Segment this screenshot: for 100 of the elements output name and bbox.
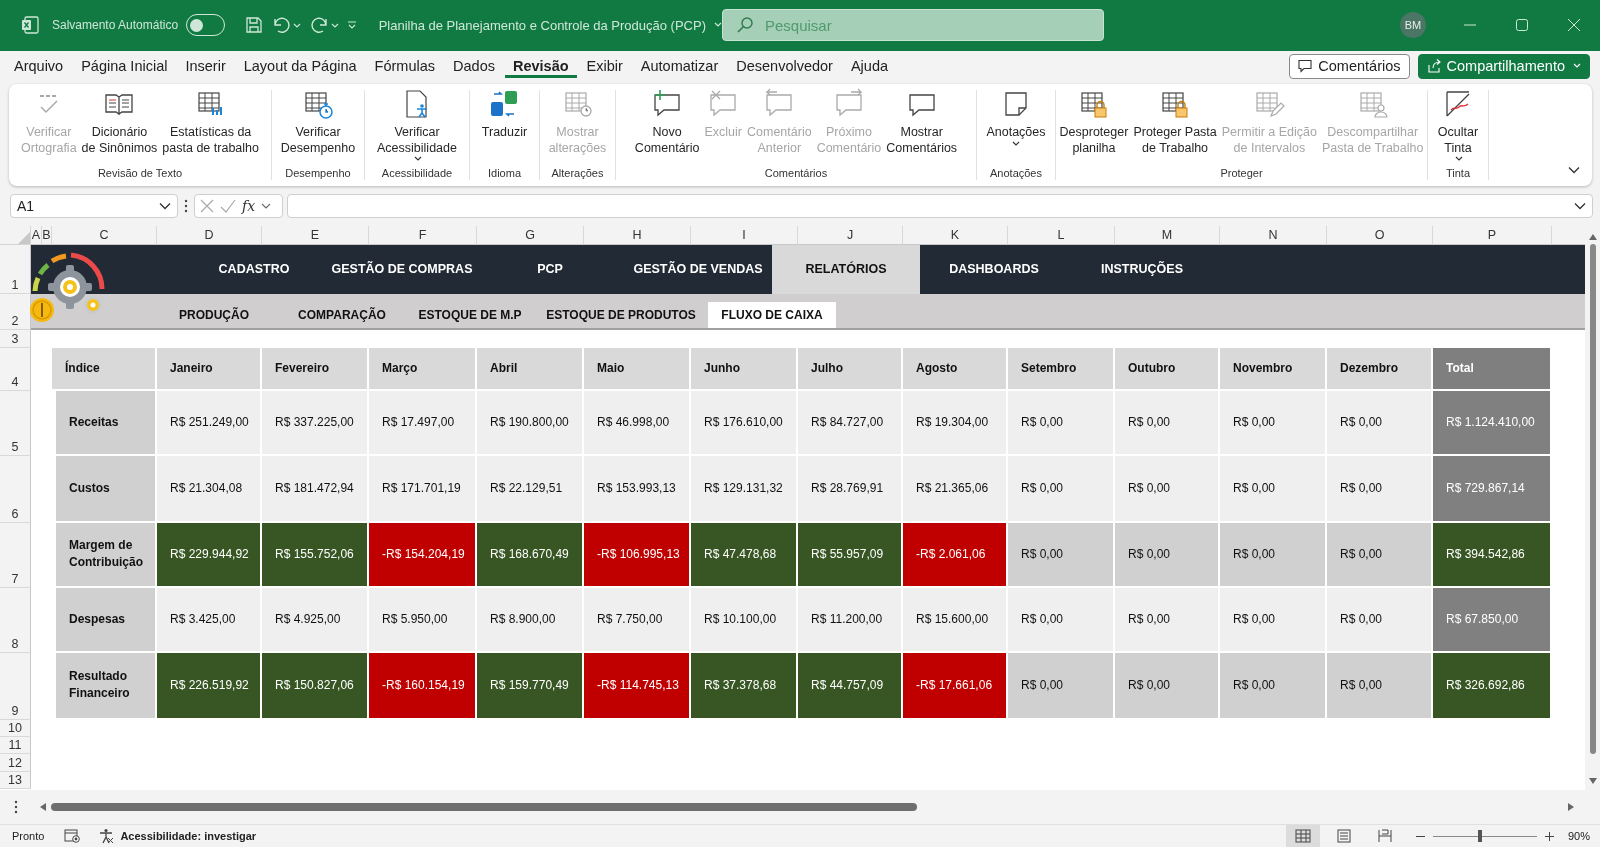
save-icon[interactable] (244, 16, 263, 35)
caret-icon[interactable] (261, 202, 272, 209)
menu-tab[interactable]: Revisão (504, 54, 577, 79)
formula-input[interactable] (287, 193, 1593, 218)
accessibility-icon[interactable] (98, 828, 115, 844)
column-heading: Março (369, 347, 477, 391)
menu-tab[interactable]: Automatizar (632, 54, 727, 79)
sub-tab[interactable]: FLUXO DE CAIXA (708, 301, 836, 328)
menu-tab[interactable]: Desenvolvedor (728, 54, 841, 79)
nav-tab[interactable]: RELATÓRIOS (772, 244, 920, 294)
column-header[interactable]: G (477, 225, 584, 245)
nav-tab[interactable]: PCP (476, 244, 624, 294)
scroll-up-icon[interactable] (1588, 233, 1597, 240)
sub-tab[interactable]: ESTOQUE DE PRODUTOS (534, 301, 708, 328)
menu-tab[interactable]: Dados (445, 54, 503, 79)
more-icon[interactable] (184, 198, 188, 213)
ribbon-button[interactable]: Verificar Desempenho (278, 87, 358, 156)
dropdown-icon[interactable] (159, 201, 171, 210)
row-header[interactable]: 9 (0, 652, 31, 720)
ribbon-button[interactable]: Ocultar Tinta (1435, 87, 1481, 162)
sub-tab[interactable]: PRODUÇÃO (150, 301, 278, 328)
table-cell: R$ 47.478,68 (691, 522, 798, 588)
scrollbar-thumb[interactable] (1589, 243, 1596, 754)
scrollbar-thumb[interactable] (51, 803, 917, 811)
sub-tab[interactable]: ESTOQUE DE M.P (406, 301, 534, 328)
ribbon-button[interactable]: Desproteger planilha (1057, 87, 1131, 156)
table-cell: R$ 0,00 (1008, 587, 1115, 653)
nav-tab[interactable]: INSTRUÇÕES (1068, 244, 1216, 294)
menu-tab[interactable]: Ajuda (842, 54, 897, 79)
row-header[interactable]: 4 (0, 347, 31, 391)
share-button[interactable]: Compartilhamento (1417, 53, 1590, 79)
column-header[interactable]: N (1220, 225, 1327, 245)
table-cell: R$ 181.472,94 (262, 455, 369, 523)
ribbon-button[interactable]: Dicionário de Sinônimos (79, 87, 160, 156)
column-header[interactable]: C (52, 225, 157, 245)
scroll-right-icon[interactable] (1568, 803, 1574, 811)
collapse-ribbon-icon[interactable] (1568, 165, 1580, 174)
comments-button[interactable]: Comentários (1289, 53, 1410, 79)
scroll-down-icon[interactable] (1588, 778, 1597, 785)
group-label: Revisão de Texto (96, 166, 184, 180)
search-field[interactable]: Pesquisar (722, 9, 1104, 42)
more-icon[interactable] (14, 800, 18, 814)
ribbon-button[interactable]: Novo Comentário (632, 87, 702, 156)
row-header[interactable]: 1 (0, 244, 31, 294)
table-cell: -R$ 160.154,19 (369, 652, 477, 720)
row-header[interactable]: 7 (0, 522, 31, 588)
row-header[interactable]: 6 (0, 455, 31, 523)
cancel-icon[interactable] (200, 198, 214, 213)
column-header[interactable]: O (1327, 225, 1433, 245)
column-header[interactable]: J (798, 225, 903, 245)
slider-thumb[interactable] (1477, 830, 1482, 842)
menu-tab[interactable]: Inserir (177, 54, 234, 79)
column-header[interactable]: M (1115, 225, 1220, 245)
expand-icon[interactable] (1574, 201, 1586, 210)
menu-tab[interactable]: Página Inicial (73, 54, 176, 79)
column-header[interactable]: P (1433, 225, 1552, 245)
spreadsheet-app-icon[interactable] (20, 15, 40, 36)
row-header[interactable]: 8 (0, 587, 31, 653)
table-cell: -R$ 154.204,19 (369, 522, 477, 588)
zoom-level[interactable]: 90% (1567, 830, 1590, 842)
ribbon-button[interactable]: Estatísticas da pasta de trabalho (160, 87, 261, 156)
ribbon-button[interactable]: Anotações (984, 87, 1048, 147)
column-header[interactable]: A (31, 225, 42, 245)
column-header[interactable]: K (903, 225, 1008, 245)
column-header[interactable]: I (691, 225, 798, 245)
table-cell: R$ 55.957,09 (798, 522, 903, 588)
nav-tab[interactable]: DASHBOARDS (920, 244, 1068, 294)
view-button[interactable] (1285, 825, 1320, 847)
scroll-left-icon[interactable] (40, 803, 46, 811)
column-header[interactable]: H (584, 225, 691, 245)
ribbon-button[interactable]: Verificar Acessibilidade (375, 87, 459, 162)
column-header[interactable]: E (262, 225, 369, 245)
user-avatar[interactable]: BM (1400, 12, 1426, 39)
name-box[interactable]: A1 (10, 193, 178, 218)
nav-tab[interactable]: GESTÃO DE VENDAS (624, 244, 772, 294)
nav-tab[interactable]: CADASTRO (180, 244, 328, 294)
ribbon-button[interactable]: Mostrar Comentários (884, 87, 960, 156)
ribbon-button[interactable]: Proteger Pasta de Trabalho (1131, 87, 1219, 156)
column-header[interactable]: F (369, 225, 477, 245)
row-header[interactable]: 2 (0, 293, 31, 330)
macro-recorder-icon[interactable] (64, 829, 81, 843)
redo-icon[interactable] (308, 16, 339, 35)
accessibility-status[interactable]: Acessibilidade: investigar (120, 830, 257, 842)
row-header[interactable]: 5 (0, 390, 31, 456)
menu-tab[interactable]: Arquivo (6, 54, 72, 79)
column-heading: Julho (798, 347, 903, 391)
ribbon-button[interactable]: Traduzir (479, 87, 530, 140)
column-header[interactable]: D (157, 225, 262, 245)
nav-tab[interactable]: GESTÃO DE COMPRAS (328, 244, 476, 294)
insert-function-button[interactable]: fx (242, 197, 256, 214)
menu-tab[interactable]: Fórmulas (366, 54, 444, 79)
customize-icon[interactable] (346, 20, 357, 31)
sub-tab[interactable]: COMPARAÇÃO (278, 301, 406, 328)
table-cell: R$ 0,00 (1115, 652, 1220, 720)
document-title[interactable]: Planilha de Planejamento e Controle da Produção (PCP) (378, 17, 722, 33)
column-header[interactable]: L (1008, 225, 1115, 245)
check-icon[interactable] (220, 198, 236, 213)
menu-tab[interactable]: Layout da Página (235, 54, 365, 79)
table-cell: R$ 4.925,00 (262, 587, 369, 653)
menu-tab[interactable]: Exibir (578, 54, 631, 79)
